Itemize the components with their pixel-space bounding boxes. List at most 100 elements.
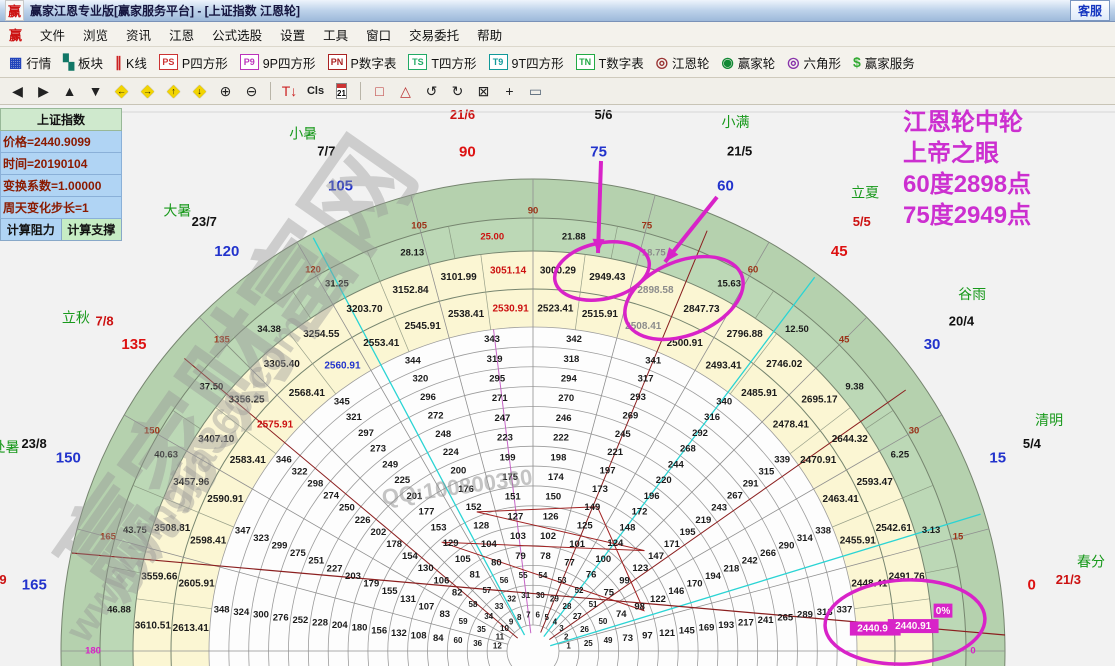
svg-text:60: 60 bbox=[717, 177, 734, 194]
svg-text:274: 274 bbox=[323, 491, 340, 502]
svg-text:2538.41: 2538.41 bbox=[448, 309, 485, 320]
app-logo-icon: 赢 bbox=[5, 0, 24, 21]
nav-down-button[interactable]: ▼ bbox=[83, 80, 108, 102]
step-down-button[interactable]: ◆↓ bbox=[187, 80, 212, 102]
svg-text:小满: 小满 bbox=[721, 114, 749, 130]
menu-item-9[interactable]: 帮助 bbox=[468, 22, 511, 47]
menu-item-6[interactable]: 工具 bbox=[314, 22, 357, 47]
svg-text:76: 76 bbox=[586, 570, 597, 581]
svg-text:12.50: 12.50 bbox=[785, 324, 809, 335]
display-button[interactable]: ▭ bbox=[523, 80, 548, 102]
svg-text:2478.41: 2478.41 bbox=[773, 419, 810, 430]
toolbar-9t-square-button[interactable]: T99T四方形 bbox=[483, 50, 570, 74]
toolbar-9p-square-button[interactable]: P99P四方形 bbox=[234, 50, 322, 74]
svg-text:99: 99 bbox=[619, 575, 630, 586]
display-icon: ▭ bbox=[529, 83, 542, 100]
nav-left-button[interactable]: ◀ bbox=[5, 80, 30, 102]
toolbar-p-number-table-button[interactable]: PNP数字表 bbox=[322, 50, 403, 74]
svg-text:57: 57 bbox=[482, 586, 491, 595]
svg-text:小暑: 小暑 bbox=[289, 126, 317, 142]
svg-text:83: 83 bbox=[439, 609, 450, 620]
calc-resistance-button[interactable]: 计算阻力 bbox=[0, 219, 62, 241]
draw-triangle-icon: △ bbox=[400, 83, 411, 100]
calc-support-button[interactable]: 计算支撑 bbox=[62, 219, 123, 241]
svg-text:276: 276 bbox=[273, 612, 289, 623]
menu-item-5[interactable]: 设置 bbox=[271, 22, 314, 47]
calendar-button[interactable]: 21 bbox=[329, 80, 354, 102]
draw-triangle-button[interactable]: △ bbox=[393, 80, 418, 102]
svg-text:大暑: 大暑 bbox=[163, 203, 191, 219]
step-right-button[interactable]: ◆→ bbox=[135, 80, 160, 102]
svg-text:2523.41: 2523.41 bbox=[537, 303, 574, 314]
svg-text:246: 246 bbox=[556, 413, 572, 424]
svg-text:245: 245 bbox=[615, 429, 632, 440]
toolbar-p-square-button[interactable]: PSP四方形 bbox=[153, 50, 234, 74]
rotate-ccw-button[interactable]: ↺ bbox=[419, 80, 444, 102]
toolbar-t-number-table-button[interactable]: TNT数字表 bbox=[570, 50, 650, 74]
svg-text:248: 248 bbox=[435, 429, 451, 440]
center-view-button[interactable]: + bbox=[497, 80, 522, 102]
svg-text:25.00: 25.00 bbox=[480, 232, 504, 243]
panel-field-3: 周天变化步长=1 bbox=[0, 197, 122, 219]
step-left-button[interactable]: ◆← bbox=[109, 80, 134, 102]
customer-service-button[interactable]: 客服 bbox=[1070, 0, 1110, 21]
draw-rect-button[interactable]: □ bbox=[367, 80, 392, 102]
svg-text:84: 84 bbox=[433, 633, 444, 644]
svg-text:4: 4 bbox=[553, 618, 558, 627]
menu-item-8[interactable]: 交易委托 bbox=[400, 22, 468, 47]
t-square-label: T四方形 bbox=[431, 53, 476, 72]
step-up-button[interactable]: ◆↑ bbox=[161, 80, 186, 102]
nav-up-button[interactable]: ▲ bbox=[57, 80, 82, 102]
svg-text:2796.88: 2796.88 bbox=[727, 329, 764, 340]
toolbar-winner-service-button[interactable]: $赢家服务 bbox=[847, 50, 921, 74]
svg-text:3.13: 3.13 bbox=[922, 525, 941, 536]
toolbar-quotes-button[interactable]: ▦行情 bbox=[3, 50, 57, 74]
svg-text:121: 121 bbox=[659, 628, 676, 639]
toolbar-gann-wheel-button[interactable]: ◎江恩轮 bbox=[650, 50, 716, 74]
menu-item-4[interactable]: 公式选股 bbox=[203, 22, 271, 47]
svg-text:290: 290 bbox=[779, 541, 795, 552]
svg-text:6.25: 6.25 bbox=[891, 449, 910, 460]
toolbar-t-square-button[interactable]: TST四方形 bbox=[402, 50, 482, 74]
svg-text:60: 60 bbox=[454, 636, 463, 645]
menu-item-1[interactable]: 浏览 bbox=[74, 22, 117, 47]
toolbar-kline-button[interactable]: ∥K线 bbox=[109, 50, 153, 74]
rotate-cw-icon: ↻ bbox=[452, 83, 464, 100]
svg-text:135: 135 bbox=[121, 336, 146, 353]
rotate-cw-button[interactable]: ↻ bbox=[445, 80, 470, 102]
menu-item-3[interactable]: 江恩 bbox=[160, 22, 203, 47]
svg-text:242: 242 bbox=[742, 556, 758, 567]
center-view-icon: + bbox=[505, 83, 513, 99]
svg-text:177: 177 bbox=[419, 507, 435, 518]
zoom-in-button[interactable]: ⊕ bbox=[213, 80, 238, 102]
p-square-icon: PS bbox=[159, 54, 178, 70]
svg-text:228: 228 bbox=[312, 617, 328, 628]
svg-text:100: 100 bbox=[595, 554, 611, 565]
svg-text:170: 170 bbox=[687, 579, 703, 590]
svg-text:82: 82 bbox=[452, 587, 463, 598]
svg-text:2560.91: 2560.91 bbox=[324, 360, 361, 371]
nav-right-button[interactable]: ▶ bbox=[31, 80, 56, 102]
menu-item-0[interactable]: 文件 bbox=[31, 22, 74, 47]
fit-window-button[interactable]: ⊠ bbox=[471, 80, 496, 102]
zoom-out-button[interactable]: ⊖ bbox=[239, 80, 264, 102]
svg-text:265: 265 bbox=[777, 612, 794, 623]
instrument-panel: 上证指数 价格=2440.9099时间=20190104变换系数=1.00000… bbox=[0, 108, 122, 241]
svg-text:199: 199 bbox=[500, 452, 516, 463]
svg-text:126: 126 bbox=[543, 511, 559, 522]
menu-item-2[interactable]: 资讯 bbox=[117, 22, 160, 47]
cls-button[interactable]: Cls bbox=[303, 80, 328, 102]
toolbar-winner-wheel-button[interactable]: ◉赢家轮 bbox=[715, 50, 781, 74]
nav-down-icon: ▼ bbox=[89, 83, 103, 99]
toolbar-sectors-button[interactable]: ▚板块 bbox=[57, 50, 109, 74]
svg-text:179: 179 bbox=[363, 579, 379, 590]
svg-text:267: 267 bbox=[727, 491, 743, 502]
svg-text:54: 54 bbox=[538, 571, 547, 580]
svg-text:谷雨: 谷雨 bbox=[958, 286, 986, 302]
nav-right-icon: ▶ bbox=[38, 83, 49, 100]
svg-text:3610.51: 3610.51 bbox=[135, 621, 172, 632]
menu-item-7[interactable]: 窗口 bbox=[357, 22, 400, 47]
tools-toolbar: ◀ ▶ ▲ ▼ ◆←◆→◆↑◆↓⊕⊖ T↓Cls21 □ △ ↺ ↻ ⊠ + ▭ bbox=[0, 78, 1115, 105]
toolbar-hexagon-button[interactable]: ◎六角形 bbox=[781, 50, 847, 74]
measure-button[interactable]: T↓ bbox=[277, 80, 302, 102]
